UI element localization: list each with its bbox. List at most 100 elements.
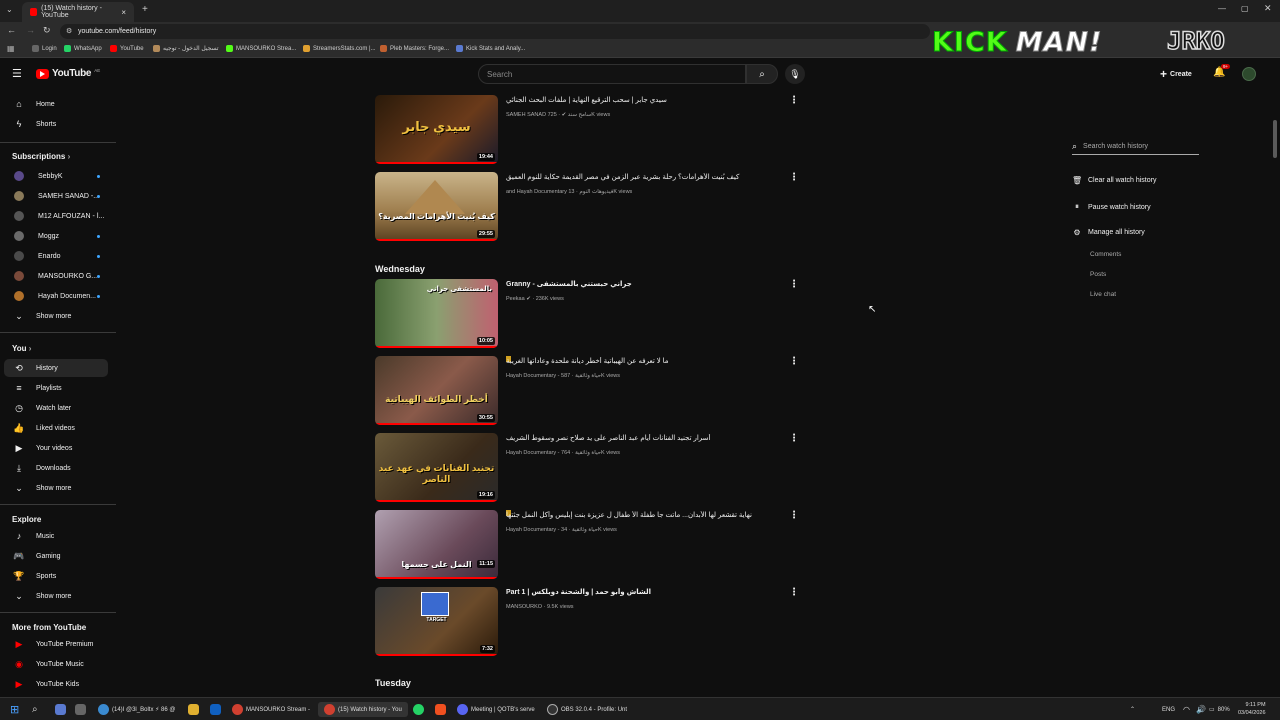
taskbar-item-obs[interactable]: OBS 32.0.4 - Profile: Unt <box>547 702 627 717</box>
task-view-icon[interactable] <box>75 702 86 717</box>
history-video-item[interactable]: النمل على جسمها 11:15 نهاية تقشعر لها ال… <box>375 510 805 580</box>
taskbar-item-mansourko[interactable]: MANSOURKO Stream - <box>232 702 310 717</box>
history-video-item[interactable]: كيف بُنيت الأهرامات المصرية؟ 29:55 كيف ب… <box>375 172 805 242</box>
more-actions-icon[interactable]: ⋮ <box>789 356 799 367</box>
video-title[interactable]: أسرار تجنيد الفنانات أيام عبد الناصر على… <box>506 434 786 442</box>
sidebar-item-shorts[interactable]: ϟ Shorts <box>4 115 108 133</box>
channel-name[interactable]: Hayah Documentary - حياة وثائقية <box>506 373 601 379</box>
bookmark-pleb-masters[interactable]: Pleb Masters: Forge... <box>380 45 449 52</box>
taskbar-item-browser-1[interactable]: (14)I @3l_Boltx ⚡ 86 @ <box>98 702 175 717</box>
subscriptions-header[interactable]: Subscriptions › <box>12 152 70 161</box>
history-video-item[interactable]: أخطر الطوائف الهيباتية 30:55 ما لا تعرفه… <box>375 356 805 426</box>
more-actions-icon[interactable]: ⋮ <box>789 172 799 183</box>
hamburger-menu-icon[interactable]: ☰ <box>12 67 22 80</box>
video-thumbnail[interactable]: النمل على جسمها 11:15 <box>375 510 498 579</box>
show-more-you[interactable]: ⌄ Show more <box>4 479 108 497</box>
sidebar-item-gaming[interactable]: 🎮 Gaming <box>4 547 108 565</box>
channel-name[interactable]: Hayah Documentary - حياة وثائقية <box>506 450 601 456</box>
more-actions-icon[interactable]: ⋮ <box>789 510 799 521</box>
youtube-logo[interactable]: YouTube AE <box>36 68 100 79</box>
sidebar-item-home[interactable]: ⌂ Home <box>4 95 108 113</box>
apps-grid-icon[interactable]: ▦ <box>7 44 15 53</box>
history-video-item[interactable]: تجنيد الفنانات في عهد عبد الناصر 19:16 أ… <box>375 433 805 503</box>
brave-icon[interactable] <box>435 702 446 717</box>
you-header[interactable]: You › <box>12 344 31 353</box>
sidebar-item-playlists[interactable]: ≡ Playlists <box>4 379 108 397</box>
manage-posts-link[interactable]: Posts <box>1090 271 1106 278</box>
back-icon[interactable]: ← <box>7 25 16 35</box>
video-title[interactable]: Granny - جراني حبستني بالمستشفى <box>506 280 786 288</box>
voice-search-button[interactable]: 🎙 <box>785 64 805 84</box>
video-thumbnail[interactable]: سيدي جابر 19:44 <box>375 95 498 164</box>
sidebar-item-sub-mansourko[interactable]: MANSOURKO G... <box>4 267 108 285</box>
search-icon[interactable]: ⌕ <box>32 702 38 717</box>
bookmark-login-ar[interactable]: تسجيل الدخول - توجيه <box>153 45 219 52</box>
channel-name[interactable]: Hayah Documentary - حياة وثائقية <box>506 527 598 533</box>
whatsapp-icon[interactable] <box>413 702 424 717</box>
search-button[interactable]: ⌕ <box>746 64 778 84</box>
video-title[interactable]: سيدي جابر | سحب الترقيع النهاية | ملفات … <box>506 96 786 104</box>
history-video-item[interactable]: TARGET 7:32 Part 1 | الشاش وأبو حمد | وا… <box>375 587 805 657</box>
battery-indicator[interactable]: ▭ 80% <box>1209 702 1230 717</box>
history-video-item[interactable]: سيدي جابر 19:44 سيدي جابر | سحب الترقيع … <box>375 95 805 165</box>
sidebar-item-sub-hayah[interactable]: Hayah Documen... <box>4 287 108 305</box>
outlook-icon[interactable] <box>210 702 221 717</box>
bookmark-youtube[interactable]: YouTube <box>110 45 144 52</box>
widgets-icon[interactable] <box>55 702 66 717</box>
video-title[interactable]: Part 1 | الشاش وأبو حمد | والشحنة دوبلكس <box>506 588 786 596</box>
sidebar-item-history[interactable]: ⟲ History <box>4 359 108 377</box>
sidebar-item-sub-sebbyk[interactable]: SebbyK <box>4 167 108 185</box>
file-explorer-icon[interactable] <box>188 702 199 717</box>
new-tab-plus-icon[interactable]: + <box>142 4 148 15</box>
notifications-button[interactable]: 🔔 9+ <box>1213 64 1231 78</box>
more-actions-icon[interactable]: ⋮ <box>789 279 799 290</box>
language-indicator[interactable]: ENG <box>1162 702 1175 717</box>
page-scrollbar[interactable] <box>1273 120 1277 158</box>
tab-close-icon[interactable]: × <box>121 8 126 17</box>
history-video-item[interactable]: بالمستشفى جراني 10:05 Granny - جراني حبس… <box>375 279 805 349</box>
sidebar-item-your-videos[interactable]: ▶ Your videos <box>4 439 108 457</box>
video-title[interactable]: كيف بُنيت الأهرامات؟ رحلة بشرية عبر الزم… <box>506 173 786 181</box>
show-more-explore[interactable]: ⌄ Show more <box>4 587 108 605</box>
sidebar-item-music[interactable]: ♪ Music <box>4 527 108 545</box>
manage-live-chat-link[interactable]: Live chat <box>1090 291 1116 298</box>
site-info-icon[interactable]: ⚙ <box>66 27 72 35</box>
sidebar-item-youtube-premium[interactable]: ▶ YouTube Premium <box>4 635 108 653</box>
taskbar-item-discord[interactable]: Meeting | QOTB's serve <box>457 702 535 717</box>
avatar[interactable] <box>1242 67 1256 81</box>
create-button[interactable]: + Create <box>1160 66 1192 82</box>
more-actions-icon[interactable]: ⋮ <box>789 95 799 106</box>
channel-name[interactable]: MANSOURKO <box>506 604 542 610</box>
clear-all-history-button[interactable]: 🗑 Clear all watch history <box>1072 176 1156 185</box>
volume-icon[interactable]: 🔊 <box>1196 702 1206 717</box>
search-watch-history-input[interactable]: ⌕ Search watch history <box>1072 139 1199 155</box>
show-more-subscriptions[interactable]: ⌄ Show more <box>4 307 108 325</box>
sidebar-item-sports[interactable]: 🏆 Sports <box>4 567 108 585</box>
sidebar-item-liked-videos[interactable]: 👍 Liked videos <box>4 419 108 437</box>
search-input[interactable]: Search <box>478 64 746 84</box>
browser-tab-active[interactable]: (15) Watch history - YouTube × <box>22 2 134 22</box>
sidebar-item-sub-moggz[interactable]: Moggz <box>4 227 108 245</box>
wifi-icon[interactable]: ◠ <box>1183 702 1190 717</box>
taskbar-item-youtube-history[interactable]: (15) Watch history - You <box>318 702 408 717</box>
tab-list-chevron-icon[interactable]: ⌄ <box>6 5 13 14</box>
tray-chevron-icon[interactable]: ⌃ <box>1130 702 1135 717</box>
more-actions-icon[interactable]: ⋮ <box>789 587 799 598</box>
window-close-icon[interactable]: ✕ <box>1264 3 1272 14</box>
video-thumbnail[interactable]: كيف بُنيت الأهرامات المصرية؟ 29:55 <box>375 172 498 241</box>
clock[interactable]: 9:11 PM 03/04/2026 <box>1238 701 1266 717</box>
sidebar-item-youtube-music[interactable]: ◉ YouTube Music <box>4 655 108 673</box>
video-thumbnail[interactable]: تجنيد الفنانات في عهد عبد الناصر 19:16 <box>375 433 498 502</box>
video-title[interactable]: نهاية تقشعر لها الأبدان... ماتت جا طفلة … <box>506 511 786 519</box>
sidebar-item-sub-sameh[interactable]: SAMEH SANAD -... <box>4 187 108 205</box>
video-title[interactable]: ما لا تعرفه عن الهيباتية أخطر ديانة ملحد… <box>506 357 786 365</box>
video-thumbnail[interactable]: أخطر الطوائف الهيباتية 30:55 <box>375 356 498 425</box>
forward-icon[interactable]: → <box>26 25 35 35</box>
sidebar-item-sub-m12[interactable]: M12 ALFOUZAN - ا... <box>4 207 108 225</box>
sidebar-item-watch-later[interactable]: ◷ Watch later <box>4 399 108 417</box>
bookmark-streamersstats[interactable]: StreamersStats.com |... <box>303 45 376 52</box>
reload-icon[interactable]: ↻ <box>43 25 51 36</box>
video-thumbnail[interactable]: TARGET 7:32 <box>375 587 498 656</box>
bookmark-login[interactable]: Login <box>32 45 57 52</box>
minimize-icon[interactable]: — <box>1218 4 1226 13</box>
